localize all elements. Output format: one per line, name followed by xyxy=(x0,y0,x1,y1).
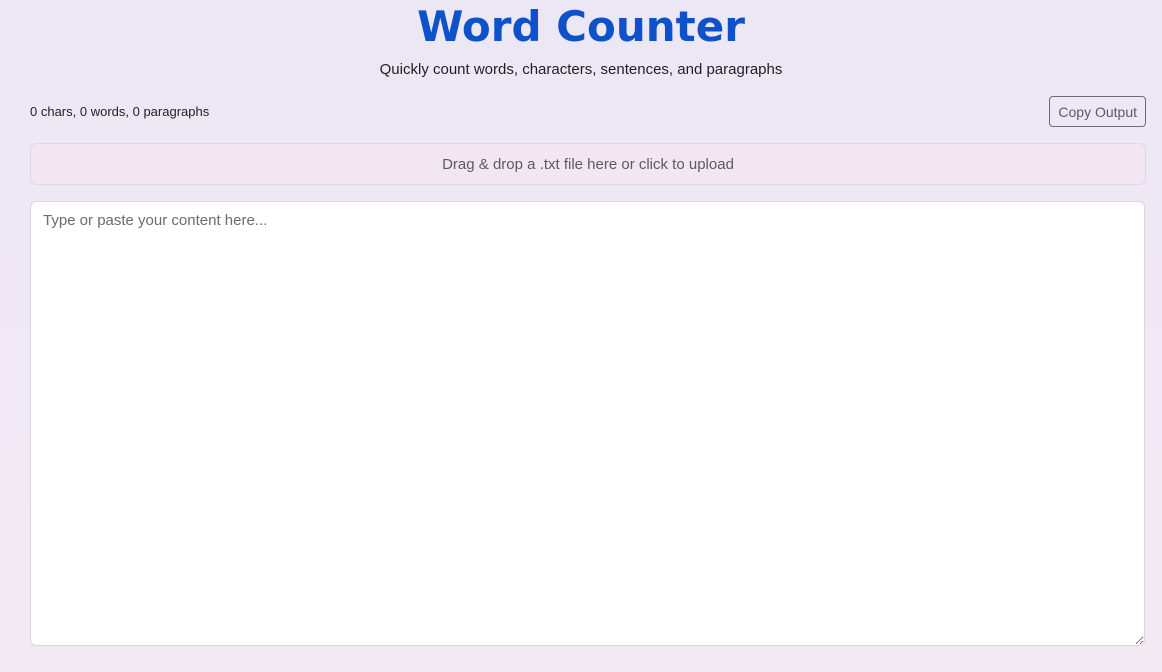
page-title: Word Counter xyxy=(417,2,745,51)
file-dropzone[interactable]: Drag & drop a .txt file here or click to… xyxy=(30,143,1146,185)
stats-bar: 0 chars, 0 words, 0 paragraphs Copy Outp… xyxy=(30,96,1146,127)
page-subtitle: Quickly count words, characters, sentenc… xyxy=(379,61,783,78)
content-textarea[interactable] xyxy=(30,201,1145,646)
stats-summary: 0 chars, 0 words, 0 paragraphs xyxy=(30,104,210,119)
dropzone-label: Drag & drop a .txt file here or click to… xyxy=(442,155,734,173)
copy-output-button[interactable]: Copy Output xyxy=(1049,96,1146,127)
page-header: Word Counter Quickly count words, charac… xyxy=(0,0,1162,79)
